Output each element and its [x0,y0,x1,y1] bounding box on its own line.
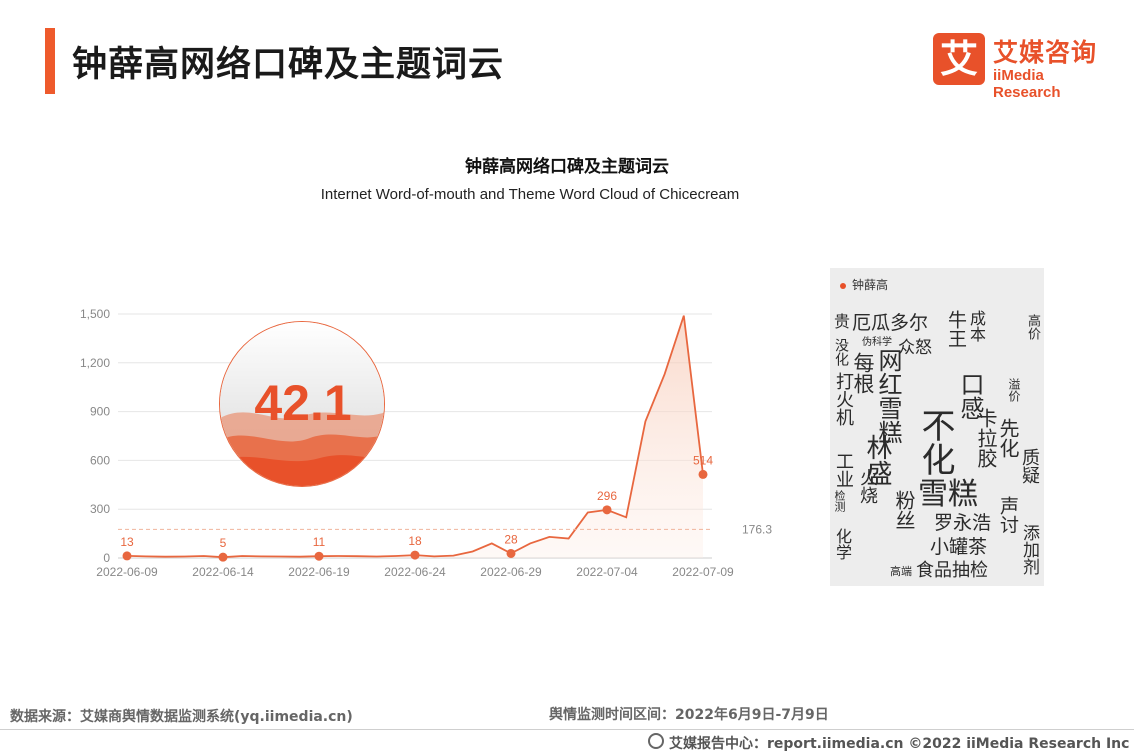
cloud-word: 每根 [851,352,875,394]
mentions-line-chart: 0 300 600 900 1,200 1,500 2022-06-09 2022-06-14… [80,307,772,579]
average-markline-label: 176.3 [742,522,772,536]
cloud-word: 工业 [833,452,854,488]
logo-mark: 艾 [933,33,985,85]
y-tick-label: 900 [90,405,110,419]
data-label: 514 [693,453,713,467]
data-point [410,550,420,560]
cloud-word: 火烧 [857,468,878,504]
x-tick-label: 2022-07-09 [672,565,734,579]
word-cloud-legend[interactable]: 钟薛高 [840,276,888,293]
y-tick-label: 300 [90,502,110,516]
x-tick-label: 2022-06-24 [384,565,446,579]
data-label: 296 [597,489,617,503]
cloud-word: 高价 [1025,314,1040,340]
sentiment-score-value: 42.1 [254,375,352,431]
x-tick-label: 2022-06-14 [192,565,254,579]
cloud-word: 小罐茶 [930,536,988,558]
cloud-word: 检测 [833,490,846,512]
report-center-link[interactable]: 艾媒报告中心：report.iimedia.cn ©2022 iiMedia R… [669,733,1129,753]
cloud-word: 打火机 [833,372,854,426]
cloud-word: 罗永浩 [934,512,992,534]
cloud-word: 溢价 [1007,378,1021,402]
data-point [506,548,516,558]
chart-subtitle: Internet Word-of-mouth and Theme Word Cl… [320,186,740,203]
cloud-word: 化学 [833,528,852,560]
monitoring-period: 舆情监测时间区间：2022年6月9日-7月9日 [549,707,829,723]
chart-title: 钟薛高网络口碑及主题词云 [465,157,669,177]
cloud-word: 卡拉胶 [974,408,998,468]
cloud-word: 众怒 [898,338,932,358]
data-label: 13 [120,535,134,549]
data-point [122,551,132,561]
globe-icon [648,733,664,749]
x-tick-label: 2022-06-09 [96,565,158,579]
cloud-word: 网红雪糕 [874,348,902,444]
y-tick-label: 1,200 [80,356,110,370]
cloud-word: 质疑 [1019,448,1040,484]
x-tick-label: 2022-07-04 [576,565,638,579]
mentions-area [127,315,703,558]
title-accent-bar [45,28,55,94]
cloud-word: 添加剂 [1019,524,1039,575]
x-tick-label: 2022-06-29 [480,565,542,579]
cloud-word: 食品抽检 [916,560,988,581]
cloud-word: 成本 [967,310,986,342]
cloud-word: 没化 [833,338,849,366]
data-label: 18 [408,534,422,548]
cloud-word: 牛王 [945,310,967,348]
iimedia-logo: 艾 艾媒咨询 iiMedia Research [933,33,1113,101]
y-tick-label: 600 [90,453,110,467]
cloud-word: 伪科学 [862,337,892,348]
word-cloud: 钟薛高 贵 厄瓜多尔 牛王 成本 高价 伪科学 没化 每根 众怒 网红雪糕 不化… [830,268,1044,586]
cloud-word: 不化 [915,408,955,476]
page-title: 钟薛高网络口碑及主题词云 [72,45,505,85]
cloud-word: 贵 [834,312,851,331]
logo-chinese-name: 艾媒咨询 [993,38,1098,67]
legend-dot-icon [840,282,846,289]
legend-label: 钟薛高 [852,278,889,292]
y-tick-label: 1,500 [80,307,110,321]
cloud-word: 粉丝 [892,490,916,530]
cloud-word: 雪糕 [918,477,978,512]
data-source: 数据来源：艾媒商舆情数据监测系统(yq.iimedia.cn) [10,709,353,725]
logo-english-name: iiMedia Research [993,67,1061,101]
data-point [698,469,708,479]
cloud-word: 先化 [996,418,1020,458]
data-label: 5 [220,536,227,550]
data-label: 28 [504,532,518,546]
data-label: 11 [313,535,326,549]
sentiment-score-gauge: 42.1 [219,321,385,487]
y-tick-label: 0 [103,551,110,565]
x-tick-label: 2022-06-19 [288,565,350,579]
cloud-word: 声讨 [997,496,1019,534]
data-point [602,505,612,515]
cloud-word: 厄瓜多尔 [852,312,929,334]
data-point [314,551,324,561]
cloud-word: 高端 [890,565,912,578]
footer-divider [0,729,1134,730]
data-point [218,552,228,562]
